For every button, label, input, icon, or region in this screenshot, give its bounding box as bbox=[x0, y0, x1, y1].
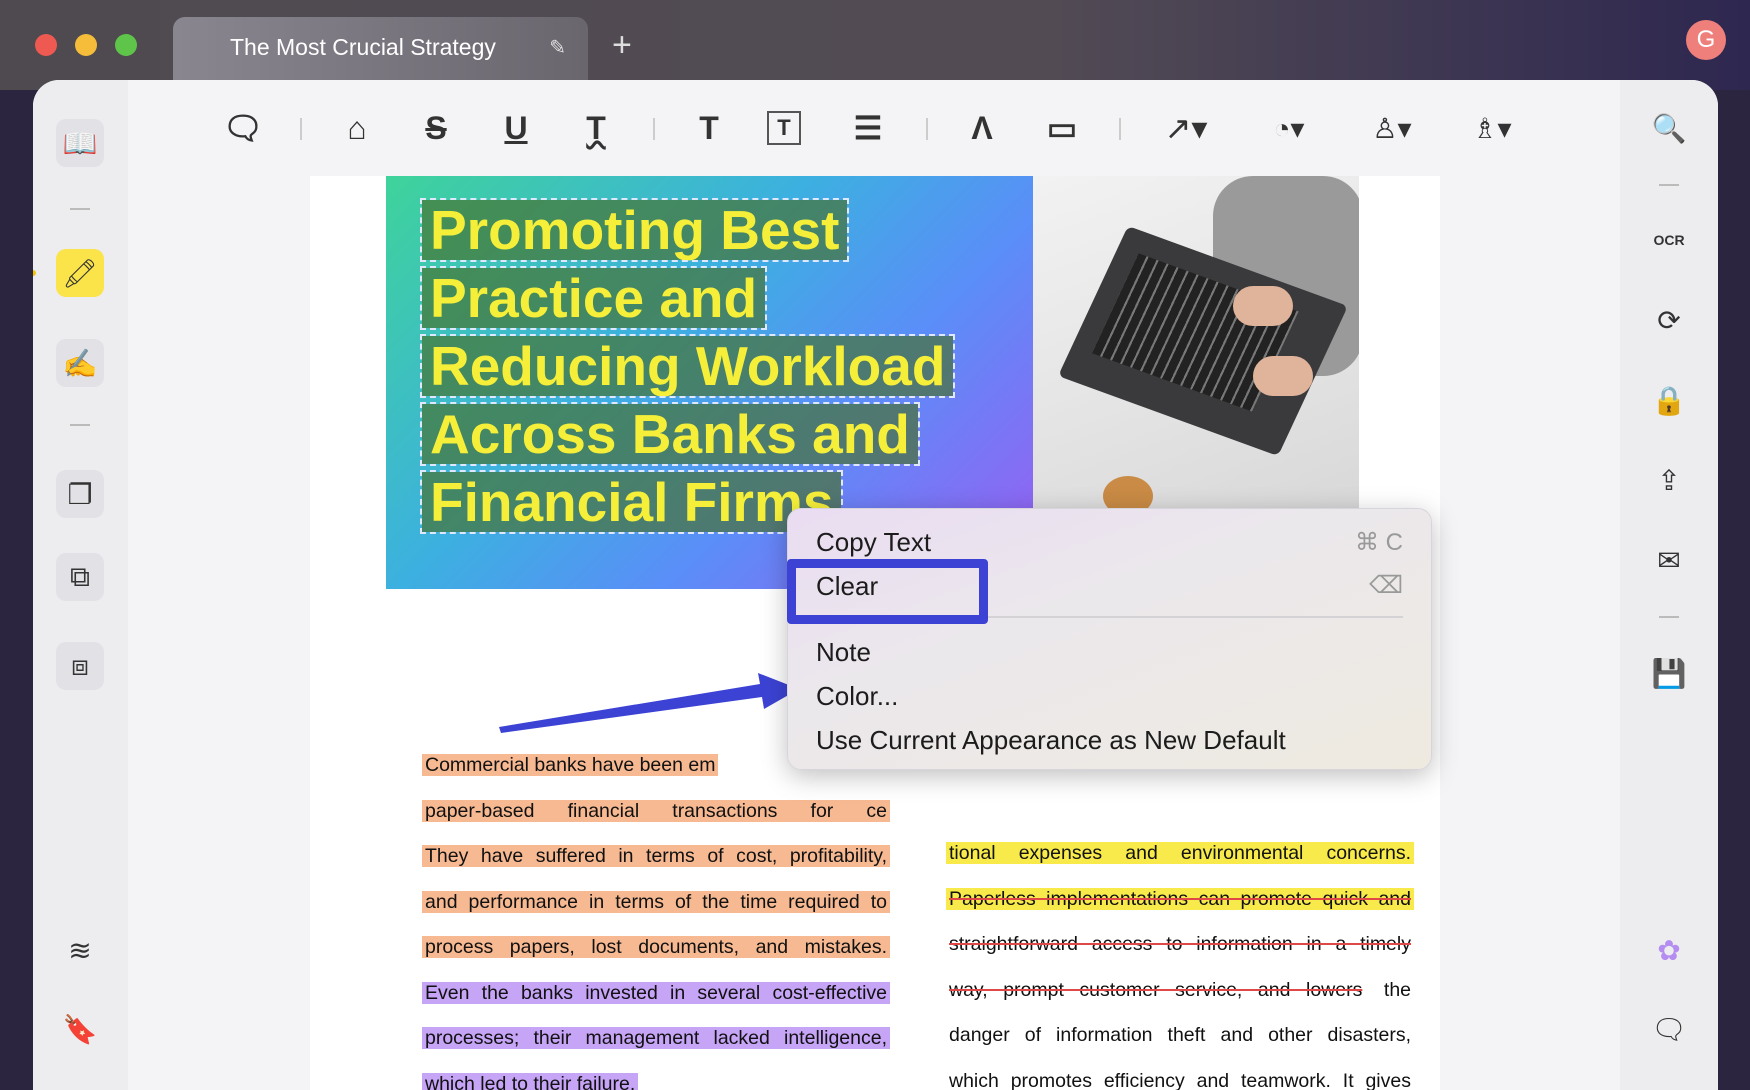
highlighted-text[interactable]: Even the banks invested in several cost-… bbox=[422, 982, 890, 1004]
delete-key-icon: ⌫ bbox=[1369, 571, 1403, 600]
divider bbox=[1659, 184, 1679, 186]
organize-pages-icon[interactable]: ❐ bbox=[56, 470, 104, 518]
highlighter-comment-icon[interactable]: 🖍 bbox=[56, 249, 104, 297]
text-line[interactable]: which led to their failure. bbox=[422, 1070, 890, 1090]
minimize-window-button[interactable] bbox=[75, 34, 97, 56]
maximize-window-button[interactable] bbox=[115, 34, 137, 56]
stamp-icon[interactable]: ♙▾ bbox=[1370, 106, 1414, 150]
batch-icon[interactable]: ⧈ bbox=[56, 642, 104, 690]
shape-tool-icon[interactable]: ◔▾ bbox=[1267, 106, 1311, 150]
squiggly-underline-icon[interactable]: T bbox=[574, 106, 618, 150]
highlighter-icon[interactable]: ⌂ bbox=[335, 106, 379, 150]
text-icon[interactable]: T bbox=[687, 106, 731, 150]
text-line[interactable]: danger of information theft and other di… bbox=[946, 1021, 1414, 1049]
menu-item-note[interactable]: Note bbox=[816, 637, 871, 668]
protect-icon[interactable]: 🔒 bbox=[1645, 376, 1693, 424]
divider bbox=[653, 118, 655, 140]
menu-item-use-as-default[interactable]: Use Current Appearance as New Default bbox=[816, 725, 1286, 756]
pencil-icon[interactable]: Λ bbox=[960, 106, 1004, 150]
ocr-icon[interactable]: OCR bbox=[1645, 216, 1693, 264]
text[interactable]: which promotes efficiency and teamwork. … bbox=[946, 1070, 1414, 1090]
bookmark-icon[interactable]: 🔖 bbox=[56, 1005, 104, 1053]
comments-panel-icon[interactable]: 🗨 bbox=[1645, 1005, 1693, 1053]
share-icon[interactable]: ⇪ bbox=[1645, 456, 1693, 504]
right-sidebar: 🔍 OCR ⟳ 🔒 ⇪ ✉ 💾 ✿ 🗨 bbox=[1620, 80, 1718, 1090]
text-box-icon[interactable]: T bbox=[767, 111, 801, 145]
highlighted-text[interactable]: processes; their management lacked intel… bbox=[422, 1027, 890, 1049]
menu-item-color[interactable]: Color... bbox=[816, 681, 898, 712]
highlighted-text[interactable]: and performance in terms of the time req… bbox=[422, 891, 890, 913]
underline-icon[interactable]: U bbox=[494, 106, 538, 150]
highlighted-text[interactable]: which led to their failure. bbox=[422, 1073, 638, 1090]
text-line[interactable]: which promotes efficiency and teamwork. … bbox=[946, 1067, 1414, 1090]
text[interactable]: straightforward access to information in… bbox=[946, 933, 1414, 955]
document-tab[interactable]: The Most Crucial Strategy ✎ bbox=[173, 17, 588, 83]
text-callout-icon[interactable]: ☰ bbox=[846, 106, 890, 150]
text[interactable]: danger of information theft and other di… bbox=[946, 1024, 1414, 1046]
tab-title: The Most Crucial Strategy bbox=[230, 34, 496, 60]
highlighted-text[interactable]: Paperless implementations can promote qu… bbox=[946, 888, 1414, 910]
text-line[interactable]: straightforward access to information in… bbox=[946, 930, 1414, 958]
divider bbox=[1119, 118, 1121, 140]
divider bbox=[300, 118, 302, 140]
text: the bbox=[1381, 979, 1414, 1001]
pencil-icon[interactable]: ✎ bbox=[549, 35, 566, 60]
ai-assistant-icon[interactable]: ✿ bbox=[1645, 926, 1693, 974]
copy-shortcut: ⌘ C bbox=[1355, 528, 1403, 557]
text-line[interactable]: processes; their management lacked intel… bbox=[422, 1024, 890, 1052]
comment-icon[interactable]: 🗨 bbox=[221, 106, 265, 150]
arrow-tool-icon[interactable]: ↗▾ bbox=[1164, 106, 1208, 150]
close-window-button[interactable] bbox=[35, 34, 57, 56]
text-line[interactable]: way, prompt customer service, and lowers… bbox=[946, 976, 1414, 1004]
edit-pdf-icon[interactable]: ✍ bbox=[56, 339, 104, 387]
avatar[interactable]: G bbox=[1686, 20, 1726, 60]
text-line[interactable]: tional expenses and environmental concer… bbox=[946, 839, 1414, 867]
strikethrough-icon[interactable]: S bbox=[414, 106, 458, 150]
signature-icon[interactable]: ♗▾ bbox=[1470, 106, 1514, 150]
reader-icon[interactable]: 📖 bbox=[56, 119, 104, 167]
text-line[interactable]: Paperless implementations can promote qu… bbox=[946, 885, 1414, 913]
text-line[interactable]: and performance in terms of the time req… bbox=[422, 888, 890, 916]
new-tab-button[interactable]: + bbox=[612, 26, 632, 65]
search-icon[interactable]: 🔍 bbox=[1645, 104, 1693, 152]
crop-icon[interactable]: ⧉ bbox=[56, 553, 104, 601]
divider bbox=[1659, 616, 1679, 618]
title-bar: The Most Crucial Strategy ✎ + G bbox=[0, 0, 1750, 90]
email-icon[interactable]: ✉ bbox=[1645, 536, 1693, 584]
text-line[interactable]: process papers, lost documents, and mist… bbox=[422, 933, 890, 961]
highlighted-text[interactable]: paper-based financial transactions for c… bbox=[422, 800, 890, 822]
text-line[interactable]: They have suffered in terms of cost, pro… bbox=[422, 842, 890, 870]
text-line[interactable]: Even the banks invested in several cost-… bbox=[422, 979, 890, 1007]
divider bbox=[926, 118, 928, 140]
divider bbox=[70, 424, 90, 426]
layers-icon[interactable]: ≋ bbox=[56, 926, 104, 974]
eraser-icon[interactable]: ▭ bbox=[1040, 106, 1084, 150]
text[interactable]: way, prompt customer service, and lowers bbox=[946, 979, 1365, 1001]
divider bbox=[70, 208, 90, 210]
highlighted-text[interactable]: They have suffered in terms of cost, pro… bbox=[422, 845, 890, 867]
clear-highlight-box bbox=[787, 559, 988, 624]
convert-icon[interactable]: ⟳ bbox=[1645, 296, 1693, 344]
active-indicator bbox=[33, 270, 36, 276]
text-line[interactable]: paper-based financial transactions for c… bbox=[422, 797, 890, 825]
save-icon[interactable]: 💾 bbox=[1645, 649, 1693, 697]
left-sidebar: 📖 🖍 ✍ ❐ ⧉ ⧈ ≋ 🔖 bbox=[33, 80, 128, 1090]
highlighted-text[interactable]: Commercial banks have been em bbox=[422, 754, 718, 776]
highlighted-text[interactable]: process papers, lost documents, and mist… bbox=[422, 936, 890, 958]
menu-item-copy-text[interactable]: Copy Text bbox=[816, 527, 931, 558]
highlighted-text[interactable]: tional expenses and environmental concer… bbox=[946, 842, 1414, 864]
context-menu: Copy Text ⌘ C Clear ⌫ Note Color... Use … bbox=[787, 508, 1432, 770]
